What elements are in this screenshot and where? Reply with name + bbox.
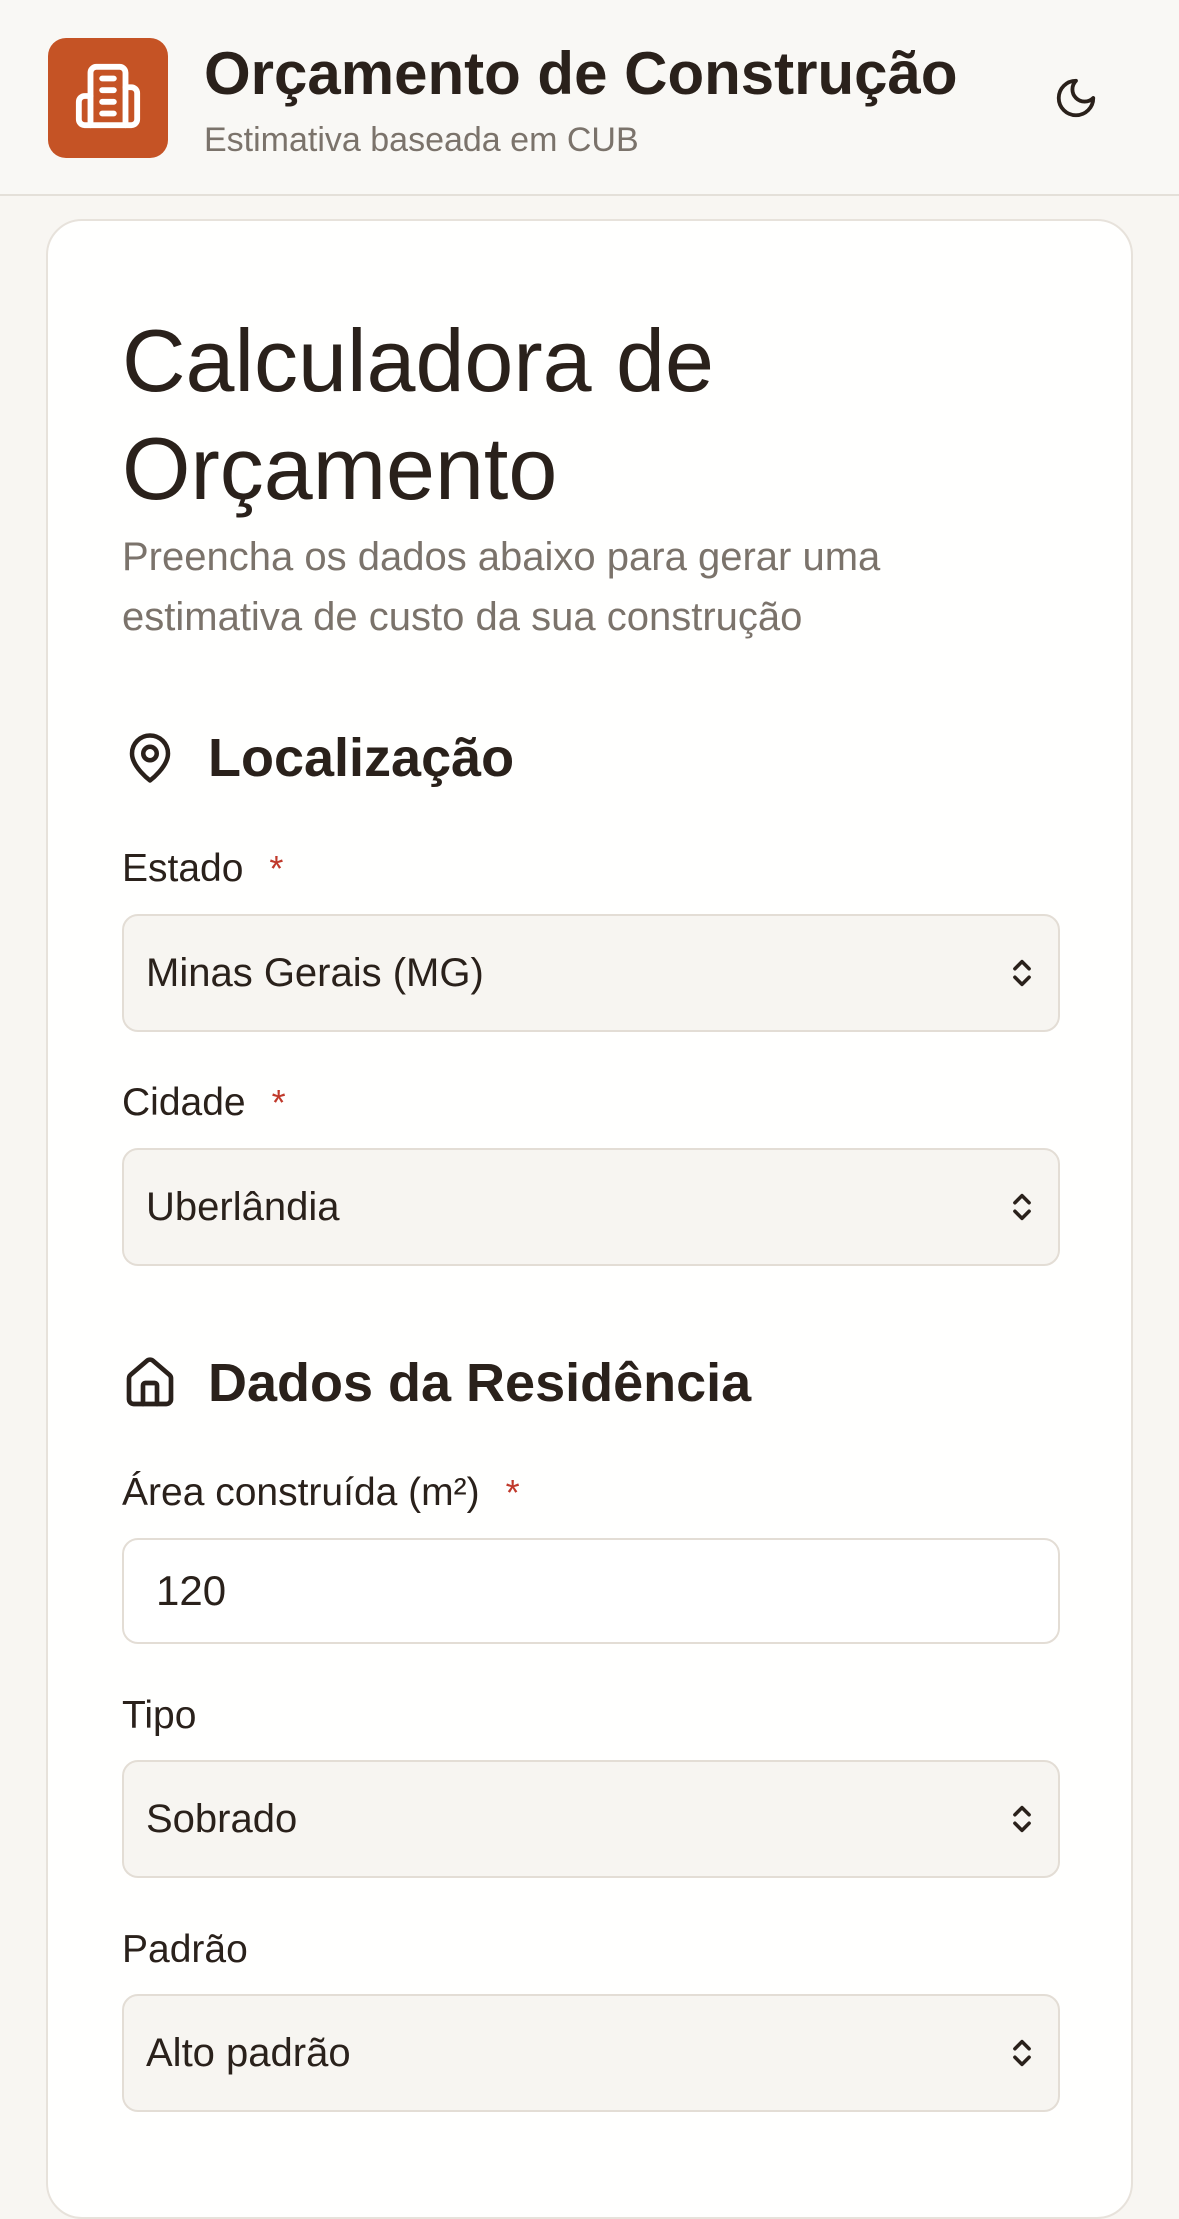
type-label-text: Tipo bbox=[122, 1694, 197, 1737]
calculator-card: Calculadora de Orçamento Preencha os dad… bbox=[46, 219, 1133, 2219]
city-label-text: Cidade bbox=[122, 1081, 246, 1124]
chevron-up-down-icon bbox=[1002, 1187, 1042, 1227]
area-label: Área construída (m²) * bbox=[122, 1468, 520, 1518]
required-marker: * bbox=[269, 848, 284, 889]
residence-section-header: Dados da Residência bbox=[122, 1348, 751, 1418]
chevron-up-down-icon bbox=[1002, 953, 1042, 993]
area-label-text: Área construída (m²) bbox=[122, 1471, 480, 1514]
required-marker: * bbox=[505, 1472, 520, 1513]
app-logo bbox=[48, 38, 168, 158]
moon-icon bbox=[1053, 75, 1099, 126]
city-label: Cidade * bbox=[122, 1078, 286, 1128]
area-input-value: 120 bbox=[156, 1567, 227, 1614]
building-icon bbox=[73, 61, 143, 136]
standard-select[interactable]: Alto padrão bbox=[122, 1994, 1060, 2112]
type-select-value: Sobrado bbox=[146, 1796, 298, 1841]
chevron-up-down-icon bbox=[1002, 2033, 1042, 2073]
city-select-value: Uberlândia bbox=[146, 1184, 340, 1229]
residence-section-title: Dados da Residência bbox=[208, 1353, 752, 1413]
app-title: Orçamento de Construção bbox=[204, 40, 958, 107]
state-select-value: Minas Gerais (MG) bbox=[146, 950, 484, 995]
state-label-text: Estado bbox=[122, 847, 244, 890]
type-label: Tipo bbox=[122, 1691, 196, 1741]
app-header: Orçamento de Construção Estimativa basea… bbox=[0, 0, 1179, 196]
location-section-header: Localização bbox=[122, 723, 514, 793]
standard-select-value: Alto padrão bbox=[146, 2030, 351, 2075]
page-description: Preencha os dados abaixo para gerar uma … bbox=[122, 535, 881, 639]
location-section-title: Localização bbox=[208, 728, 515, 788]
chevron-up-down-icon bbox=[1002, 1799, 1042, 1839]
page-title: Calculadora de Orçamento bbox=[122, 311, 714, 518]
state-label: Estado * bbox=[122, 844, 283, 894]
city-select[interactable]: Uberlândia bbox=[122, 1148, 1060, 1266]
required-marker: * bbox=[271, 1082, 286, 1123]
home-icon bbox=[122, 1355, 178, 1411]
app-subtitle: Estimativa baseada em CUB bbox=[204, 121, 639, 159]
type-select[interactable]: Sobrado bbox=[122, 1760, 1060, 1878]
theme-toggle-button[interactable] bbox=[1046, 70, 1106, 130]
state-select[interactable]: Minas Gerais (MG) bbox=[122, 914, 1060, 1032]
area-input[interactable]: 120 bbox=[122, 1538, 1060, 1644]
standard-label: Padrão bbox=[122, 1925, 248, 1975]
standard-label-text: Padrão bbox=[122, 1928, 248, 1971]
map-pin-icon bbox=[122, 730, 178, 786]
